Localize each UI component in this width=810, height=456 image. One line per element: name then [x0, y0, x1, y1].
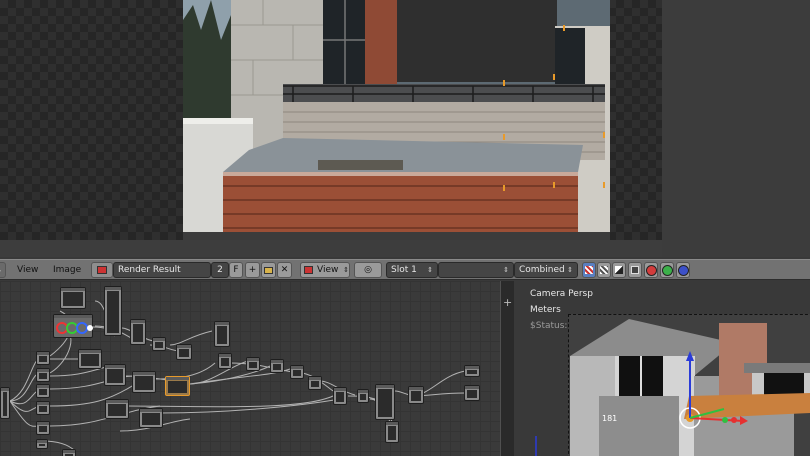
render-result-image: [183, 0, 610, 240]
node-output[interactable]: [464, 385, 480, 401]
node[interactable]: [104, 286, 122, 336]
node[interactable]: [105, 399, 129, 419]
node[interactable]: [333, 387, 347, 405]
node-output[interactable]: [464, 365, 480, 377]
chevron-updown-icon: ⇕: [567, 266, 573, 274]
node[interactable]: [176, 344, 192, 360]
display-alpha-button[interactable]: [597, 262, 611, 278]
image-editor: [0, 0, 810, 257]
node[interactable]: [152, 337, 166, 351]
display-rgb-button[interactable]: [628, 262, 642, 278]
node[interactable]: [36, 439, 48, 449]
node[interactable]: [132, 371, 156, 393]
node[interactable]: [290, 365, 304, 379]
view-dropdown-label: View: [317, 265, 339, 275]
node[interactable]: [36, 401, 50, 415]
editor-type-button[interactable]: ▸: [0, 262, 6, 278]
svg-text:181: 181: [602, 414, 617, 423]
node[interactable]: [36, 368, 50, 382]
display-r-icon: [645, 264, 657, 276]
display-z-icon: [615, 266, 623, 274]
node[interactable]: [36, 421, 50, 435]
node-selected[interactable]: [165, 376, 190, 396]
unlink-image-button[interactable]: ✕: [277, 262, 292, 278]
menu-view[interactable]: View: [11, 265, 44, 275]
close-icon: ✕: [280, 265, 289, 275]
display-color-button[interactable]: [582, 262, 596, 278]
node-color-ramp[interactable]: [53, 314, 93, 338]
pivot-dropdown[interactable]: ◎: [354, 262, 382, 278]
slot-dropdown[interactable]: Slot 1 ⇕: [386, 262, 438, 278]
display-g-icon: [661, 264, 673, 276]
add-image-icon: +: [248, 265, 257, 275]
image-editor-header: ▸ View Image Render Result 2 F + ✕ View …: [0, 259, 810, 280]
node[interactable]: [408, 386, 424, 404]
node[interactable]: [62, 449, 76, 456]
display-r-button[interactable]: [644, 262, 658, 278]
node[interactable]: [218, 353, 232, 369]
fake-user-button[interactable]: F: [229, 262, 243, 278]
slot-dropdown-label: Slot 1: [391, 265, 417, 275]
node[interactable]: [104, 364, 126, 386]
add-image-button[interactable]: +: [245, 262, 260, 278]
node[interactable]: [60, 287, 86, 309]
layer-dropdown[interactable]: ⇕: [438, 262, 514, 278]
display-alpha-icon: [600, 266, 608, 274]
chevron-updown-icon: ⇕: [503, 266, 509, 274]
pass-dropdown-label: Combined: [519, 265, 565, 275]
view-mode-icon: [304, 266, 313, 274]
3d-viewport[interactable]: Camera Persp Meters $Status: UNDEFINED 1…: [514, 281, 810, 456]
add-icon[interactable]: +: [503, 296, 512, 309]
node[interactable]: [36, 384, 50, 398]
chevron-updown-icon: ⇕: [427, 266, 433, 274]
menu-image[interactable]: Image: [47, 265, 87, 275]
node[interactable]: [375, 384, 395, 420]
color-wheel-icons: [56, 322, 93, 334]
node[interactable]: [270, 359, 284, 373]
node[interactable]: [308, 376, 322, 390]
blender-window: ▸ View Image Render Result 2 F + ✕ View …: [0, 0, 810, 456]
node[interactable]: [0, 387, 10, 419]
open-image-button[interactable]: [261, 262, 276, 278]
display-b-button[interactable]: [676, 262, 690, 278]
node[interactable]: [214, 321, 230, 347]
display-b-icon: [677, 264, 689, 276]
open-image-icon: [264, 266, 273, 274]
node[interactable]: [78, 349, 102, 369]
image-users-count[interactable]: 2: [211, 262, 229, 278]
view-dropdown[interactable]: View ⇕: [300, 262, 350, 278]
display-rgb-icon: [631, 266, 639, 274]
node[interactable]: [385, 421, 399, 443]
node[interactable]: [246, 357, 260, 371]
editor-background: [662, 0, 810, 257]
node[interactable]: [130, 319, 146, 345]
pivot-icon: ◎: [364, 265, 372, 275]
node[interactable]: [36, 351, 50, 365]
pass-dropdown[interactable]: Combined ⇕: [514, 262, 578, 278]
image-name-field[interactable]: Render Result: [113, 262, 211, 278]
node[interactable]: [139, 408, 163, 428]
display-z-button[interactable]: [612, 262, 626, 278]
viewport-scene: 181: [535, 319, 810, 456]
node[interactable]: [357, 389, 369, 403]
display-g-button[interactable]: [660, 262, 674, 278]
image-editor-icon: ▸: [0, 266, 1, 275]
chevron-updown-icon: ⇕: [343, 266, 349, 274]
node-editor[interactable]: [0, 281, 500, 456]
display-color-alpha-icon: [585, 266, 593, 274]
image-browse-button[interactable]: [91, 262, 113, 278]
image-browse-icon: [97, 266, 107, 274]
